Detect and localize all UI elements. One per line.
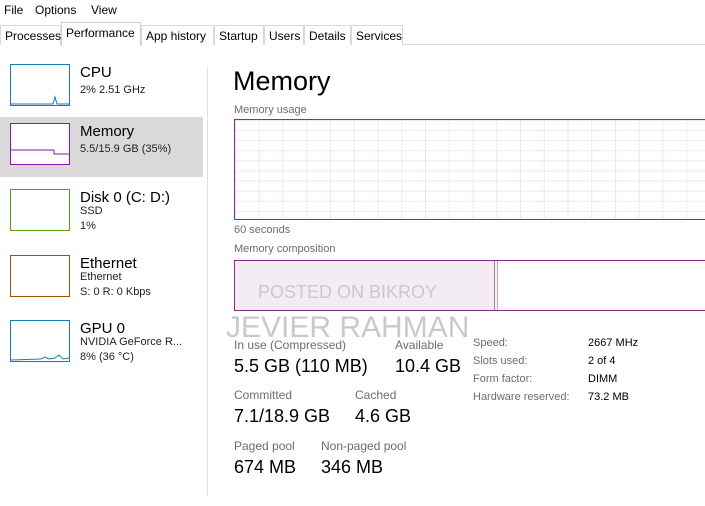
sidebar-item-detail: NVIDIA GeForce R... (80, 336, 183, 348)
sidebar-item-gpu[interactable]: GPU 0 NVIDIA GeForce R... 8% (36 °C) (0, 314, 203, 374)
menu-options[interactable]: Options (35, 3, 76, 17)
menu-file[interactable]: File (4, 3, 23, 17)
sidebar-item-detail-2: S: 0 R: 0 Kbps (80, 286, 151, 298)
memory-usage-graph (234, 119, 705, 220)
composition-modified-segment[interactable] (495, 261, 499, 310)
watermark-posted: POSTED ON BIKROY (258, 282, 438, 302)
gpu-sparkline (10, 354, 70, 361)
gpu-thumbnail-graph (10, 320, 70, 362)
cpu-thumbnail-graph (10, 64, 70, 106)
in-use-label: In use (Compressed) (234, 338, 347, 352)
memory-sparkline (11, 149, 69, 155)
cpu-sparkline (11, 95, 69, 105)
available-value: 10.4 GB (395, 356, 462, 376)
tab-processes[interactable]: Processes (0, 25, 61, 45)
memory-usage-label: Memory usage (234, 104, 307, 116)
tab-users[interactable]: Users (264, 25, 304, 45)
tab-app-history[interactable]: App history (141, 25, 214, 45)
spec-speed-label: Speed: (473, 337, 508, 349)
memory-thumbnail-graph (10, 123, 70, 165)
sidebar-item-disk[interactable]: Disk 0 (C: D:) SSD 1% (0, 183, 203, 243)
sidebar-item-detail: SSD (80, 205, 103, 217)
sidebar-item-ethernet[interactable]: Ethernet Ethernet S: 0 R: 0 Kbps (0, 249, 203, 309)
sidebar-item-detail: Ethernet (80, 271, 122, 283)
sidebar-item-label: GPU 0 (80, 320, 126, 337)
resource-sidebar: CPU 2% 2.51 GHz Memory 5.5/15.9 GB (35%)… (0, 58, 205, 498)
sidebar-item-detail-2: 8% (36 °C) (80, 351, 134, 363)
sidebar-item-label: CPU (80, 64, 112, 81)
sidebar-item-detail-2: 1% (80, 220, 96, 232)
sidebar-item-label: Ethernet (80, 255, 137, 272)
tab-bar: Processes Performance App history Startu… (0, 22, 705, 46)
spec-hardware-reserved-value: 73.2 MB (588, 391, 629, 403)
cached-label: Cached (355, 388, 397, 402)
menu-bar: File Options View (0, 0, 705, 20)
spec-form-factor-value: DIMM (588, 373, 618, 385)
non-paged-pool-label: Non-paged pool (321, 439, 407, 453)
pane-divider (207, 66, 208, 496)
paged-pool-label: Paged pool (234, 439, 295, 453)
available-label: Available (395, 338, 444, 352)
tab-details[interactable]: Details (304, 25, 351, 45)
in-use-value: 5.5 GB (110 MB) (234, 356, 368, 376)
tab-services[interactable]: Services (351, 25, 403, 45)
time-span-label: 60 seconds (234, 224, 291, 236)
sidebar-item-label: Memory (80, 123, 135, 140)
sidebar-item-detail: 5.5/15.9 GB (35%) (80, 143, 172, 155)
spec-form-factor-label: Form factor: (473, 373, 533, 385)
sidebar-item-cpu[interactable]: CPU 2% 2.51 GHz (0, 58, 203, 118)
sidebar-item-detail: 2% 2.51 GHz (80, 84, 146, 96)
sidebar-item-label: Disk 0 (C: D:) (80, 189, 170, 206)
ethernet-thumbnail-graph (10, 255, 70, 297)
spec-hardware-reserved-label: Hardware reserved: (473, 391, 570, 403)
page-title: Memory (233, 66, 331, 96)
committed-label: Committed (234, 388, 293, 402)
spec-speed-value: 2667 MHz (588, 337, 639, 349)
spec-slots-label: Slots used: (473, 355, 528, 367)
memory-composition-label: Memory composition (234, 243, 336, 255)
disk-thumbnail-graph (10, 189, 70, 231)
cached-value: 4.6 GB (355, 406, 412, 426)
paged-pool-value: 674 MB (234, 457, 297, 477)
non-paged-pool-value: 346 MB (321, 457, 384, 477)
sidebar-item-memory[interactable]: Memory 5.5/15.9 GB (35%) (0, 117, 203, 177)
spec-slots-value: 2 of 4 (588, 355, 616, 367)
menu-view[interactable]: View (91, 3, 117, 17)
committed-value: 7.1/18.9 GB (234, 406, 331, 426)
tab-performance[interactable]: Performance (61, 22, 141, 46)
tab-startup[interactable]: Startup (214, 25, 264, 45)
